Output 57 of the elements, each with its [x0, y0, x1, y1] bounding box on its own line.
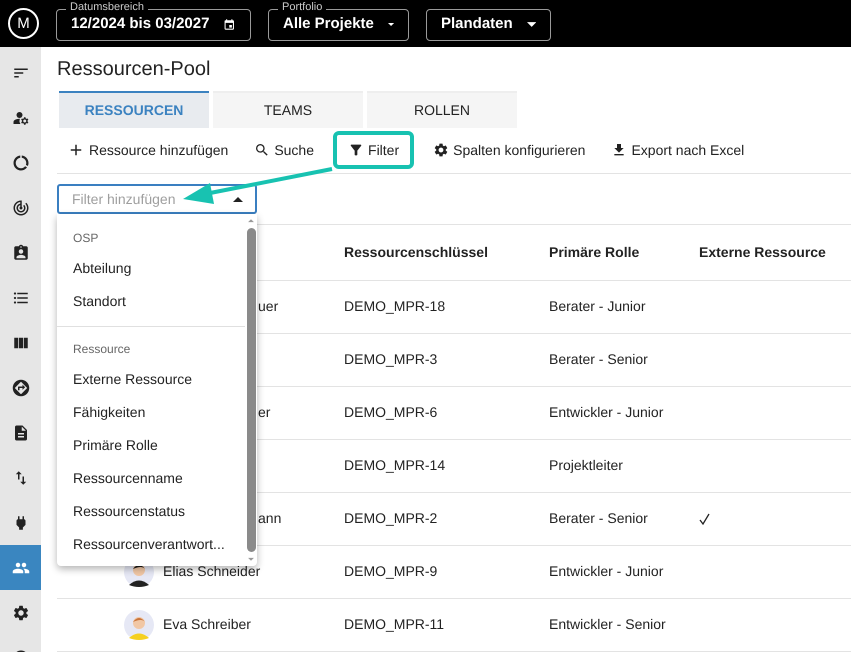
caret-icon: [233, 196, 243, 202]
table-cell-text: ann: [258, 509, 282, 528]
menu-item[interactable]: Ressourcenverantwort...: [57, 528, 245, 561]
menu-heading: Ressource: [72, 341, 132, 358]
menu-item[interactable]: Standort: [57, 285, 245, 318]
toolbar-button[interactable]: Spalten konfigurieren: [423, 131, 596, 170]
table-cell: DEMO_MPR-14: [344, 457, 446, 474]
settings-icon: [12, 604, 30, 622]
menu-item[interactable]: Ressourcenname: [57, 462, 245, 495]
logo: M: [8, 8, 39, 39]
table-cell: Berater - Senior: [549, 510, 648, 526]
target-icon: [12, 198, 30, 216]
column-header: Primäre Rolle: [549, 244, 640, 260]
menu-item[interactable]: Abteilung: [57, 252, 245, 285]
avatar-icon: [124, 610, 154, 640]
table-cell: DEMO_MPR-9: [344, 563, 438, 580]
table-cell-text: Eva Schreiber: [163, 615, 251, 634]
table-cell-text: er: [258, 403, 270, 422]
badge-icon: [12, 244, 30, 262]
table-cell-text: uer: [258, 297, 278, 316]
menu-item[interactable]: Primäre Rolle: [57, 429, 245, 462]
toolbar-button[interactable]: Ressource hinzufügen: [57, 131, 238, 170]
menu-item[interactable]: Ressourcenstatus: [57, 495, 245, 528]
tab[interactable]: TEAMS: [213, 90, 363, 128]
toolbar-button[interactable]: Export nach Excel: [601, 131, 754, 170]
table-cell: DEMO_MPR-18: [344, 298, 446, 314]
search-icon: [254, 142, 270, 158]
caret-icon: [388, 22, 394, 27]
table-cell: Entwickler - Junior: [549, 563, 664, 580]
tab[interactable]: ROLLEN: [367, 90, 517, 128]
table-cell: Entwickler - Junior: [549, 404, 664, 420]
funnel-icon: [348, 142, 364, 158]
menu-item[interactable]: Fähigkeiten: [57, 396, 245, 429]
direction-sign-icon: [12, 378, 30, 396]
menu-heading: OSP: [72, 230, 100, 247]
toolbar-button[interactable]: Suche: [244, 131, 324, 170]
page-title: Ressourcen-Pool: [57, 57, 212, 82]
table-cell: DEMO_MPR-2: [344, 510, 438, 526]
table-cell: Berater - Senior: [549, 351, 648, 368]
toolbar-button[interactable]: Filter: [333, 131, 414, 170]
menu-item[interactable]: Externe Ressource: [57, 363, 245, 396]
table-cell: Berater - Junior: [549, 298, 646, 314]
table-cell: Projektleiter: [549, 457, 623, 474]
gear-icon: [433, 142, 450, 158]
filter-field[interactable]: Filter hinzufügen: [57, 184, 257, 214]
header-select[interactable]: Plandaten: [426, 8, 551, 40]
column-header: Ressourcenschlüssel: [344, 244, 488, 260]
column-header: Externe Ressource: [699, 244, 826, 260]
ring-chart-icon: [12, 154, 30, 172]
table-cell: DEMO_MPR-6: [344, 404, 438, 420]
field-label: Portfolio: [278, 0, 326, 14]
caret-icon: [526, 22, 536, 27]
table-cell: Entwickler - Senior: [549, 616, 666, 632]
table-cell: DEMO_MPR-3: [344, 351, 438, 368]
table-cell: DEMO_MPR-11: [344, 616, 444, 632]
field-label: Datumsbereich: [66, 0, 148, 14]
table-cell-text: Elias Schneider: [163, 562, 260, 582]
